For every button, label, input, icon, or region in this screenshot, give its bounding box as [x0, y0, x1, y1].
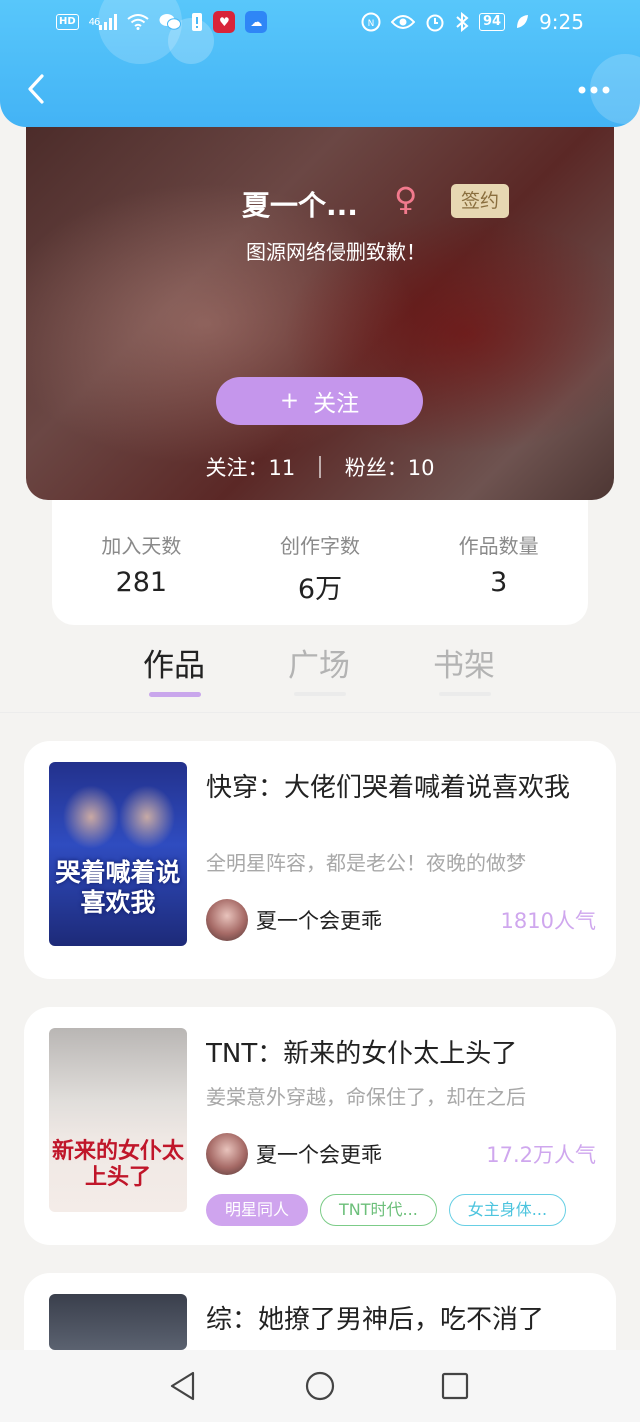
signal-icon: 46: [89, 14, 118, 30]
chevron-left-icon: [28, 74, 44, 104]
book-title[interactable]: 快穿：大佬们哭着喊着说喜欢我: [206, 767, 596, 804]
alarm-icon: [425, 12, 445, 32]
more-dots-icon: [578, 86, 610, 94]
book-description: 姜棠意外穿越，命保住了，却在之后: [206, 1085, 526, 1109]
book-description: 全明星阵容，都是老公！夜晚的做梦: [206, 851, 526, 875]
stat-label: 创作字数: [280, 534, 360, 558]
follow-stats: 关注：11 粉丝：10: [26, 452, 614, 482]
profile-hero: 夏一个... ♀ 签约 图源网络侵删致歉！ + 关注 关注：11 粉丝：10: [26, 104, 614, 500]
book-cover[interactable]: 新来的女仆太上头了: [49, 1028, 187, 1212]
stat-value: 281: [115, 567, 168, 598]
author-name: 夏一个...: [242, 189, 358, 222]
nav-recents-button[interactable]: [437, 1368, 473, 1404]
author-description: 图源网络侵删致歉！: [246, 240, 426, 264]
follow-label: 关注: [313, 391, 360, 417]
status-time: 9:25: [539, 10, 584, 34]
tab-square[interactable]: 广场: [288, 640, 350, 685]
plus-icon: +: [279, 388, 300, 414]
book-card[interactable]: 新来的女仆太上头了 TNT：新来的女仆太上头了 姜棠意外穿越，命保住了，却在之后…: [24, 1007, 616, 1245]
tab-works[interactable]: 作品: [143, 640, 205, 685]
wechat-icon: [159, 13, 182, 31]
book-title[interactable]: TNT：新来的女仆太上头了: [206, 1033, 596, 1070]
cloud-app-icon: ☁: [245, 11, 268, 33]
app-notification-icon: ♥: [213, 11, 236, 33]
divider: [0, 712, 640, 713]
book-cover[interactable]: 哭着喊着说喜欢我: [49, 762, 187, 946]
book-author: 夏一个会更乖: [256, 1143, 382, 1167]
book-author: 夏一个会更乖: [256, 909, 382, 933]
fans-count[interactable]: 粉丝：10: [321, 452, 459, 482]
author-stats-card: 加入天数 281 创作字数 6万 作品数量 3: [52, 480, 588, 625]
following-count[interactable]: 关注：11: [182, 452, 320, 482]
bluetooth-icon: [455, 12, 469, 32]
tag-chip[interactable]: 明星同人: [206, 1194, 309, 1226]
book-author-row: 夏一个会更乖 1810人气: [206, 899, 596, 941]
tag-chip[interactable]: 女主身体...: [448, 1194, 567, 1226]
cover-title: 新来的女仆太上头了: [51, 1138, 184, 1190]
stat-value: 3: [490, 567, 508, 598]
book-author-row: 夏一个会更乖 17.2万人气: [206, 1133, 596, 1175]
book-card[interactable]: 哭着喊着说喜欢我 快穿：大佬们哭着喊着说喜欢我 全明星阵容，都是老公！夜晚的做梦…: [24, 741, 616, 979]
top-bar: HD 46 ♥ ☁ N 94 9:25: [0, 0, 640, 127]
hd-icon: HD: [56, 14, 79, 30]
content-tabs: 作品 广场 书架: [0, 640, 640, 712]
tab-bookshelf[interactable]: 书架: [433, 640, 495, 685]
system-nav-bar: [0, 1350, 640, 1422]
popularity-count: 1810人气: [500, 909, 596, 933]
stat-word-count: 创作字数 6万: [231, 530, 410, 625]
nav-back-button[interactable]: [165, 1368, 201, 1404]
cover-title: 哭着喊着说喜欢我: [55, 858, 181, 917]
book-tags: 明星同人 TNT时代... 女主身体...: [206, 1194, 567, 1226]
avatar: [206, 899, 248, 941]
alert-icon: [191, 13, 203, 31]
stat-works-count: 作品数量 3: [409, 530, 588, 625]
more-button[interactable]: [572, 72, 616, 112]
wifi-icon: [127, 14, 150, 30]
stat-value: 6万: [297, 574, 343, 605]
tab-active-indicator: [149, 692, 201, 697]
signed-badge: 签约: [451, 184, 509, 218]
book-cover[interactable]: [49, 1294, 187, 1350]
follow-button[interactable]: + 关注: [216, 377, 423, 425]
status-bar: HD 46 ♥ ☁ N 94 9:25: [0, 0, 640, 44]
book-title[interactable]: 综：她撩了男神后，吃不消了: [206, 1299, 596, 1336]
nfc-icon: N: [361, 12, 381, 32]
tag-chip[interactable]: TNT时代...: [320, 1194, 437, 1226]
square-recents-icon: [441, 1372, 469, 1400]
stat-label: 作品数量: [458, 534, 539, 558]
triangle-back-icon: [170, 1371, 195, 1401]
tab-indicator: [439, 692, 491, 696]
tab-indicator: [294, 692, 346, 696]
leaf-icon: [515, 14, 529, 30]
stat-label: 加入天数: [101, 534, 182, 558]
eye-icon: [390, 14, 415, 30]
popularity-count: 17.2万人气: [486, 1143, 596, 1167]
nav-home-button[interactable]: [302, 1368, 338, 1404]
back-button[interactable]: [18, 72, 54, 112]
svg-text:N: N: [368, 19, 375, 29]
stat-join-days: 加入天数 281: [52, 530, 231, 625]
circle-home-icon: [305, 1371, 335, 1401]
female-icon: ♀: [394, 180, 418, 218]
battery-icon: 94: [478, 13, 506, 31]
avatar: [206, 1133, 248, 1175]
